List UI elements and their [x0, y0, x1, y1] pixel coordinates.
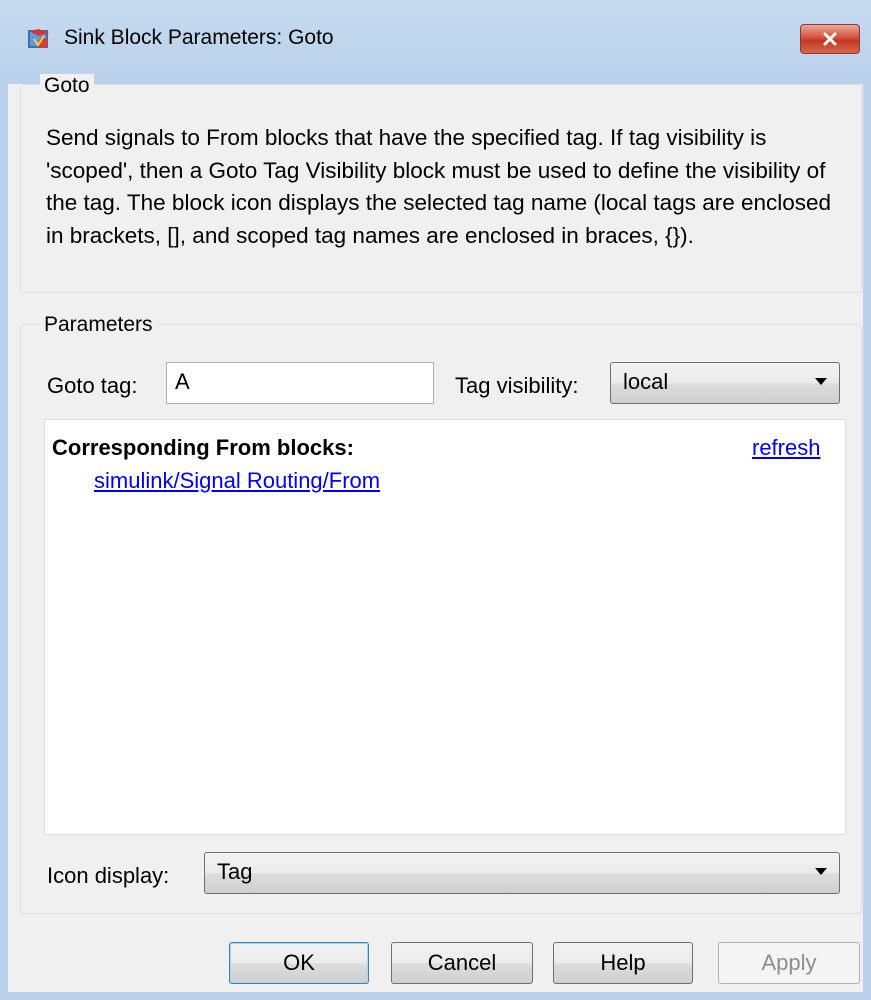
tag-visibility-label: Tag visibility: [455, 373, 579, 398]
dialog-window: Sink Block Parameters: Goto Goto Send si… [0, 0, 871, 1000]
chevron-down-icon [815, 378, 827, 385]
window-title: Sink Block Parameters: Goto [64, 26, 334, 49]
goto-tag-label: Goto tag: [47, 373, 138, 398]
simulink-block-icon [28, 29, 49, 48]
icon-display-label: Icon display: [47, 863, 170, 888]
ok-button[interactable]: OK [229, 942, 369, 984]
tag-visibility-select[interactable]: local [610, 362, 840, 404]
chevron-down-icon [815, 868, 827, 875]
goto-group-label: Goto [40, 74, 94, 98]
close-icon [823, 32, 837, 46]
icon-display-select[interactable]: Tag [204, 852, 840, 894]
refresh-link[interactable]: refresh [752, 435, 820, 461]
apply-button[interactable]: Apply [718, 942, 860, 984]
cancel-button[interactable]: Cancel [391, 942, 533, 984]
goto-tag-input[interactable]: A [166, 362, 434, 404]
goto-description: Send signals to From blocks that have th… [46, 125, 832, 248]
title-bar[interactable]: Sink Block Parameters: Goto [0, 0, 871, 84]
icon-display-value: Tag [217, 859, 253, 884]
help-button[interactable]: Help [553, 942, 693, 984]
from-block-link[interactable]: simulink/Signal Routing/From [94, 468, 380, 494]
parameters-group-label: Parameters [40, 313, 157, 337]
close-button[interactable] [800, 24, 860, 54]
corresponding-from-blocks-heading: Corresponding From blocks: [52, 435, 354, 460]
tag-visibility-value: local [623, 369, 669, 394]
